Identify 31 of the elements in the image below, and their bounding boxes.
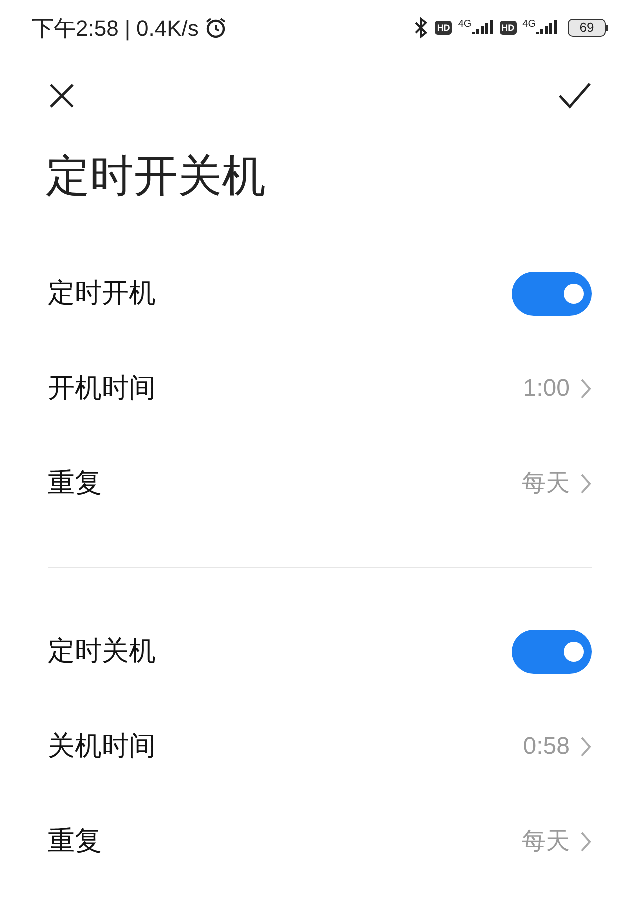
network-type: 4G — [458, 20, 472, 30]
signal-icon — [472, 20, 494, 36]
battery-indicator: 69 — [568, 19, 606, 37]
status-separator: | — [124, 14, 131, 43]
chevron-right-icon — [580, 830, 592, 852]
hd-badge: HD — [435, 21, 452, 35]
setting-label: 重复 — [48, 467, 102, 500]
close-button[interactable] — [48, 82, 76, 110]
page-title: 定时开关机 — [46, 151, 267, 203]
toggle-switch[interactable] — [512, 630, 592, 674]
toggle-switch[interactable] — [512, 272, 592, 316]
setting-value[interactable]: 0:58 — [523, 728, 570, 764]
setting-label: 开机时间 — [48, 372, 156, 406]
setting-value[interactable]: 每天 — [522, 466, 570, 502]
setting-value[interactable]: 每天 — [522, 824, 570, 860]
chevron-right-icon — [580, 736, 592, 758]
setting-label: 重复 — [48, 825, 102, 858]
hd-badge: HD — [500, 21, 517, 35]
confirm-button[interactable] — [558, 82, 592, 110]
bluetooth-icon — [413, 17, 430, 39]
setting-label: 关机时间 — [48, 730, 156, 764]
setting-label: 定时开机 — [48, 277, 156, 310]
setting-value[interactable]: 1:00 — [523, 370, 570, 406]
network-type: 4G — [522, 20, 536, 30]
chevron-right-icon — [580, 472, 592, 494]
network-speed: 0.4K/s — [136, 14, 199, 42]
chevron-right-icon — [580, 378, 592, 400]
setting-label: 定时关机 — [48, 635, 156, 668]
signal-icon — [536, 20, 558, 36]
alarm-clock-icon — [204, 17, 227, 39]
status-time: 下午2:58 — [32, 14, 119, 42]
